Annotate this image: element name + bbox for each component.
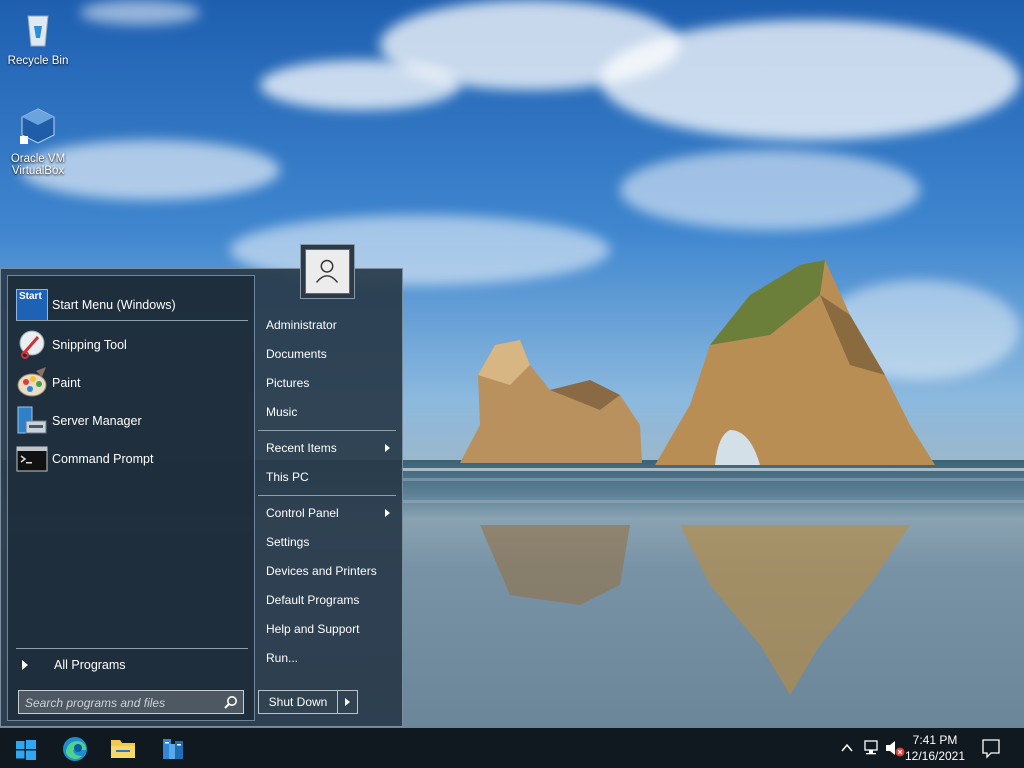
start-menu-link-music[interactable]: Music xyxy=(266,401,396,423)
start-menu-item-paint[interactable]: Paint xyxy=(16,364,248,402)
start-menu-link-administrator[interactable]: Administrator xyxy=(266,314,396,336)
start-menu-item-label: Start Menu (Windows) xyxy=(52,298,176,312)
taskbar-file-explorer-button[interactable] xyxy=(98,728,146,768)
show-hidden-icons-chevron-icon[interactable] xyxy=(840,728,854,768)
taskbar: 7:41 PM 12/16/2021 xyxy=(0,728,1024,768)
start-menu-link-devices-and-printers[interactable]: Devices and Printers xyxy=(266,560,396,582)
desktop-icon-label: Oracle VM VirtualBox xyxy=(10,153,66,177)
search-input[interactable] xyxy=(23,694,217,712)
start-menu-programs-pane: Start Start Menu (Windows) Snipping Tool xyxy=(7,275,255,721)
all-programs-button[interactable]: All Programs xyxy=(18,654,248,676)
start-menu-item-label: Snipping Tool xyxy=(52,338,127,352)
link-label: This PC xyxy=(266,470,309,484)
sea-stack-left xyxy=(460,340,642,463)
start-menu-item-command-prompt[interactable]: Command Prompt xyxy=(16,440,248,478)
reflection xyxy=(480,525,910,695)
snipping-tool-icon xyxy=(19,330,45,359)
start-menu-link-help-and-support[interactable]: Help and Support xyxy=(266,618,396,640)
all-programs-label: All Programs xyxy=(54,658,126,672)
search-box[interactable] xyxy=(18,690,244,714)
start-menu-item-start-menu-windows[interactable]: Start Start Menu (Windows) xyxy=(16,288,248,322)
paint-icon xyxy=(17,367,47,397)
start-menu-item-label: Command Prompt xyxy=(52,452,154,466)
search-icon[interactable] xyxy=(224,695,238,709)
server-manager-icon xyxy=(163,739,183,759)
link-label: Recent Items xyxy=(266,441,337,455)
shut-down-options-button[interactable] xyxy=(337,690,358,714)
notifications-icon[interactable] xyxy=(980,728,1002,768)
separator xyxy=(16,648,248,649)
link-label: Administrator xyxy=(266,318,337,332)
start-menu-link-run[interactable]: Run... xyxy=(266,647,396,669)
start-menu-item-label: Server Manager xyxy=(52,414,142,428)
link-label: Music xyxy=(266,405,298,419)
separator xyxy=(258,430,396,431)
link-label: Documents xyxy=(266,347,327,361)
desktop-icon-recycle-bin[interactable]: Recycle Bin xyxy=(2,8,74,67)
virtualbox-icon xyxy=(20,108,55,144)
submenu-arrow-icon xyxy=(385,509,390,517)
expand-arrow-icon xyxy=(22,660,28,670)
desktop-icon-virtualbox[interactable]: Oracle VM VirtualBox xyxy=(2,106,74,177)
start-menu-item-label: Paint xyxy=(52,376,81,390)
chevron-right-icon xyxy=(345,698,350,706)
start-menu-app-icon: Start xyxy=(16,289,48,321)
link-label: Pictures xyxy=(266,376,310,390)
clock-date: 12/16/2021 xyxy=(904,749,966,763)
network-icon[interactable] xyxy=(862,728,880,768)
start-menu-link-pictures[interactable]: Pictures xyxy=(266,372,396,394)
shut-down-button[interactable]: Shut Down xyxy=(258,690,338,714)
link-label: Default Programs xyxy=(266,593,360,607)
desktop-icon-label: Recycle Bin xyxy=(7,55,69,67)
taskbar-edge-button[interactable] xyxy=(50,728,98,768)
start-menu-link-documents[interactable]: Documents xyxy=(266,343,396,365)
start-menu-link-control-panel[interactable]: Control Panel xyxy=(266,502,396,524)
system-clock[interactable]: 7:41 PM 12/16/2021 xyxy=(900,732,970,764)
taskbar-server-manager-button[interactable] xyxy=(148,728,196,768)
edge-icon xyxy=(63,737,87,761)
separator xyxy=(16,320,248,321)
user-avatar[interactable] xyxy=(300,244,355,299)
user-icon xyxy=(315,259,339,283)
command-prompt-icon xyxy=(16,446,48,472)
start-menu-link-default-programs[interactable]: Default Programs xyxy=(266,589,396,611)
link-label: Control Panel xyxy=(266,506,339,520)
server-manager-icon xyxy=(17,406,47,434)
start-menu-link-settings[interactable]: Settings xyxy=(266,531,396,553)
start-menu-link-recent-items[interactable]: Recent Items xyxy=(266,437,396,459)
file-explorer-icon xyxy=(111,740,135,758)
link-label: Settings xyxy=(266,535,310,549)
start-button[interactable] xyxy=(0,728,48,768)
start-menu-link-this-pc[interactable]: This PC xyxy=(266,466,396,488)
separator xyxy=(258,495,396,496)
start-menu-item-snipping-tool[interactable]: Snipping Tool xyxy=(16,326,248,364)
link-label: Run... xyxy=(266,651,299,665)
link-label: Help and Support xyxy=(266,622,360,636)
recycle-bin-icon xyxy=(27,15,49,47)
link-label: Devices and Printers xyxy=(266,564,377,578)
start-menu-item-server-manager[interactable]: Server Manager xyxy=(16,402,248,440)
submenu-arrow-icon xyxy=(385,444,390,452)
clock-time: 7:41 PM xyxy=(912,733,958,747)
sea-stack-right xyxy=(655,260,935,465)
windows-start-icon xyxy=(16,740,36,760)
